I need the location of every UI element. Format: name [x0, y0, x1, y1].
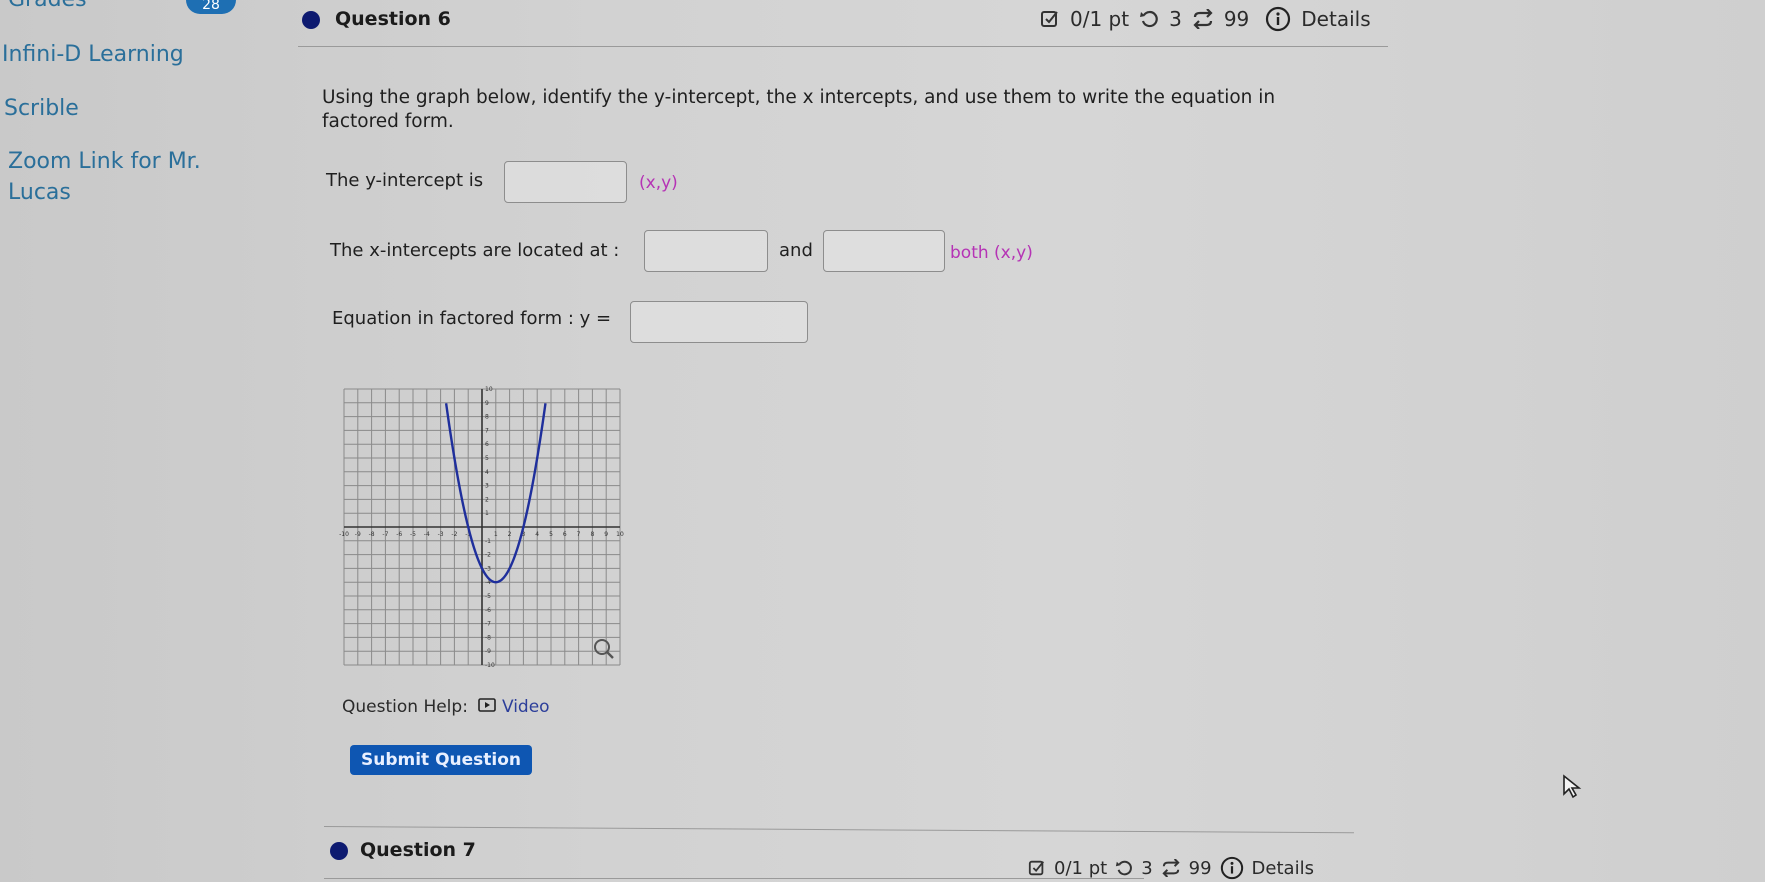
x-intercepts-hint: both (x,y) — [950, 243, 1033, 263]
x-tick-label: -7 — [382, 531, 388, 538]
y-tick-label: 3 — [485, 483, 489, 490]
x-tick-label: -6 — [396, 531, 402, 538]
question-6-attempts: 99 — [1223, 7, 1250, 31]
y-tick-label: -9 — [485, 648, 491, 655]
question-7-status-dot — [330, 842, 348, 860]
y-tick-label: -7 — [485, 621, 491, 628]
question-7-bottom-divider — [324, 878, 1144, 879]
x-tick-label: 5 — [549, 531, 553, 538]
x-tick-label: -3 — [438, 531, 444, 538]
x-tick-label: 8 — [590, 531, 594, 538]
sidebar-link-infini-d-learning[interactable]: Infini-D Learning — [2, 39, 184, 70]
score-checkbox-icon — [1028, 859, 1046, 877]
question-7-score: 0/1 pt — [1054, 857, 1108, 879]
y-tick-label: 6 — [485, 441, 489, 448]
y-intercept-input[interactable] — [504, 161, 627, 203]
x-tick-label: 7 — [577, 531, 581, 538]
x-intercepts-label: The x-intercepts are located at : — [330, 240, 620, 261]
and-label: and — [779, 240, 813, 261]
question-status-dot — [302, 11, 320, 29]
y-intercept-label: The y-intercept is — [326, 170, 484, 191]
sidebar-link-zoom-mr-lucas[interactable]: Zoom Link for Mr. Lucas — [8, 146, 201, 208]
y-tick-label: -8 — [485, 634, 491, 641]
question-7-retries: 3 — [1141, 857, 1153, 879]
y-tick-label: 5 — [485, 455, 489, 462]
x-tick-label: -4 — [424, 531, 430, 538]
y-tick-label: 2 — [485, 496, 489, 503]
question-6-score: 0/1 pt — [1070, 7, 1130, 31]
x-intercept-2-input[interactable] — [823, 230, 945, 272]
x-tick-label: 10 — [616, 531, 624, 538]
x-tick-label: 2 — [508, 531, 512, 538]
question-7-details-link[interactable]: Details — [1252, 858, 1314, 879]
y-tick-label: 7 — [485, 427, 489, 434]
question-7-title: Question 7 — [360, 839, 476, 861]
question-help: Question Help: Video — [342, 697, 550, 717]
y-tick-label: -2 — [485, 552, 491, 559]
x-intercept-1-input[interactable] — [644, 230, 768, 272]
x-tick-label: -8 — [369, 531, 375, 538]
retry-icon — [1139, 9, 1159, 29]
attempts-cycle-icon — [1161, 859, 1181, 877]
question-7-top-divider — [323, 826, 1354, 834]
y-tick-label: 1 — [485, 510, 489, 517]
sidebar-link-zoom-line1: Zoom Link for Mr. — [8, 149, 201, 174]
video-link-label: Video — [501, 697, 550, 717]
sidebar-link-scrible[interactable]: Scrible — [4, 93, 79, 124]
info-icon[interactable] — [1220, 856, 1244, 880]
x-tick-label: -5 — [410, 531, 416, 538]
grades-count-badge: 28 — [186, 0, 236, 14]
question-7-attempts: 99 — [1188, 857, 1212, 879]
x-tick-label: -9 — [355, 531, 361, 538]
score-checkbox-icon — [1040, 9, 1060, 29]
y-tick-label: -3 — [485, 565, 491, 572]
info-icon[interactable] — [1265, 6, 1291, 32]
question-7-meta: 0/1 pt 3 99 Details — [1028, 856, 1314, 880]
mouse-cursor — [1562, 774, 1582, 804]
question-6-retries: 3 — [1169, 7, 1182, 31]
y-tick-label: 10 — [485, 386, 493, 393]
magnify-graph-icon[interactable] — [594, 639, 614, 659]
equation-input[interactable] — [630, 301, 808, 343]
question-6-meta: 0/1 pt 3 99 Details — [1040, 6, 1371, 32]
x-tick-label: -2 — [451, 531, 457, 538]
question-prompt: Using the graph below, identify the y-in… — [322, 87, 1276, 132]
y-tick-label: -1 — [485, 538, 491, 545]
y-tick-label: 9 — [485, 400, 489, 407]
retry-icon — [1115, 859, 1133, 877]
x-tick-label: 9 — [604, 531, 608, 538]
x-tick-label: 6 — [563, 531, 567, 538]
y-tick-label: -5 — [485, 593, 491, 600]
video-play-icon — [478, 697, 496, 717]
y-intercept-hint: (x,y) — [639, 173, 678, 193]
question-help-label: Question Help: — [342, 697, 468, 717]
parabola-graph: -10 -9 -8 -7 -6 -5 -4 -3 -2 -1 1 2 3 4 5 6 7 8 9 10-10-9-8-… — [339, 386, 624, 669]
sidebar-link-grades[interactable]: Grades — [8, 0, 87, 15]
attempts-cycle-icon — [1192, 9, 1214, 29]
y-tick-label: -6 — [485, 607, 491, 614]
x-tick-label: 4 — [535, 531, 539, 538]
equation-label: Equation in factored form : y = — [332, 308, 612, 329]
y-tick-label: 8 — [485, 414, 489, 421]
question-6-header-divider — [298, 46, 1388, 47]
submit-question-button[interactable]: Submit Question — [350, 745, 532, 775]
x-tick-label: 1 — [494, 531, 498, 538]
y-tick-label: -10 — [485, 662, 495, 669]
question-6-title: Question 6 — [335, 8, 451, 30]
sidebar-link-zoom-line2: Lucas — [8, 180, 71, 205]
y-tick-label: 4 — [485, 469, 489, 476]
video-help-link[interactable]: Video — [478, 697, 550, 717]
x-tick-label: -10 — [339, 531, 349, 538]
question-6-details-link[interactable]: Details — [1301, 7, 1370, 31]
sidebar: Grades 28 Infini-D Learning Scrible Zoom… — [0, 0, 260, 882]
